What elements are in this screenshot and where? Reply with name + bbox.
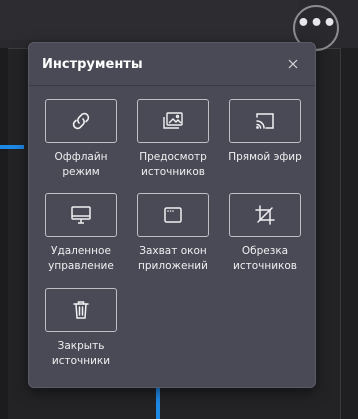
tool-preview-sources-button[interactable]: [137, 99, 209, 143]
tool-crop-sources[interactable]: Обрезка источников: [225, 193, 305, 274]
tool-label: Обрезка источников: [233, 245, 297, 272]
left-edge: [0, 48, 8, 419]
tool-live-broadcast-button[interactable]: [229, 99, 301, 143]
tool-close-sources-button[interactable]: [45, 288, 117, 332]
image-gallery-icon: [163, 112, 183, 129]
selection-indicator-bottom: [156, 388, 160, 419]
link-icon: [72, 112, 90, 130]
tool-label: Оффлайн режим: [54, 151, 108, 178]
more-horizontal-icon: •••: [296, 11, 336, 36]
trash-icon: [73, 301, 89, 319]
tool-label: Удаленное управление: [48, 245, 114, 272]
right-sidebar: [340, 48, 358, 419]
close-icon: [288, 59, 298, 69]
panel-title: Инструменты: [42, 57, 143, 72]
panel-header: Инструменты: [29, 43, 315, 86]
tool-app-window-capture[interactable]: Захват окон приложений: [133, 193, 213, 274]
monitor-icon: [71, 206, 91, 224]
tool-remote-control[interactable]: Удаленное управление: [41, 193, 121, 274]
tool-remote-control-button[interactable]: [45, 193, 117, 237]
tool-label: Прямой эфир: [228, 151, 302, 163]
tool-crop-sources-button[interactable]: [229, 193, 301, 237]
window-icon: [164, 207, 182, 223]
tool-close-sources[interactable]: Закрыть источники: [41, 288, 121, 369]
crop-icon: [255, 205, 275, 225]
cast-icon: [256, 113, 274, 129]
tool-offline-mode[interactable]: Оффлайн режим: [41, 99, 121, 180]
tool-offline-mode-button[interactable]: [45, 99, 117, 143]
tool-preview-sources[interactable]: Предосмотр источников: [133, 99, 213, 180]
tool-label: Захват окон приложений: [138, 245, 208, 272]
selection-indicator-left: [0, 145, 24, 149]
tool-live-broadcast[interactable]: Прямой эфир: [225, 99, 305, 165]
close-button[interactable]: [285, 56, 301, 72]
tool-label: Предосмотр источников: [139, 151, 207, 178]
tools-panel: Инструменты Оффлайн режим Предосмотр ист…: [28, 42, 316, 388]
top-toolbar-area: [0, 0, 298, 40]
tool-app-window-capture-button[interactable]: [137, 193, 209, 237]
tool-label: Закрыть источники: [51, 340, 111, 367]
